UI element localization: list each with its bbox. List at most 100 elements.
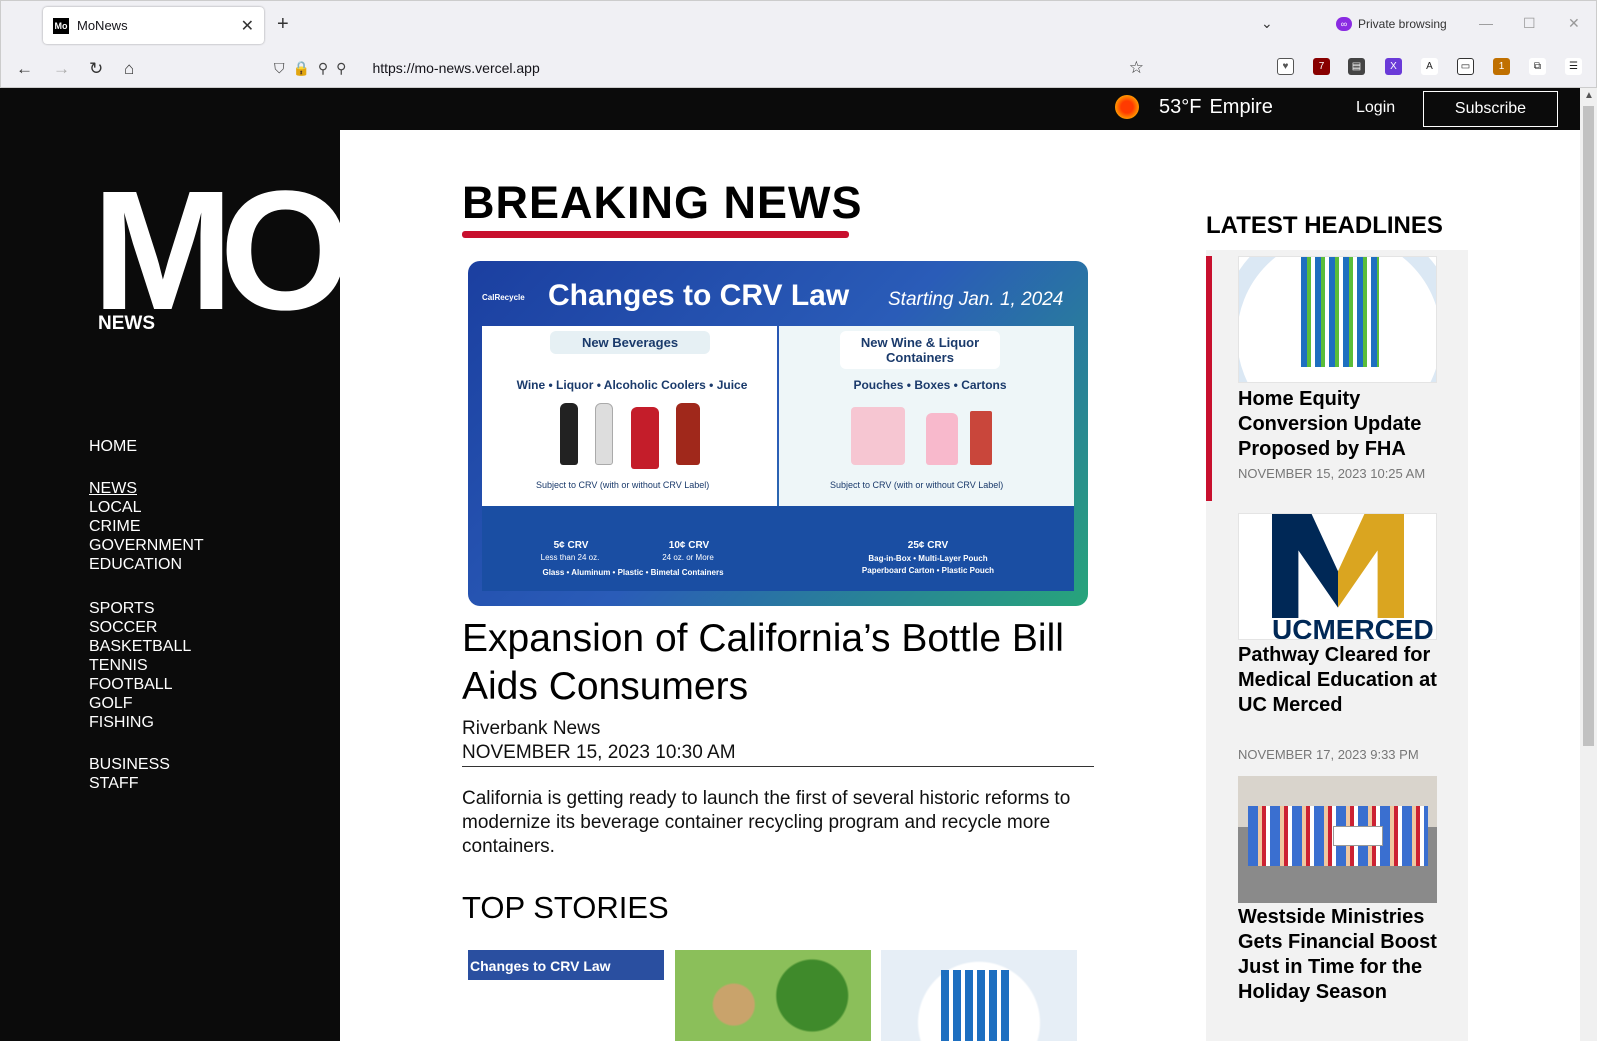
app-menu-icon[interactable]: ☰ <box>1565 58 1582 75</box>
notifier-badge: 1 <box>1498 61 1505 72</box>
subscribe-button[interactable]: Subscribe <box>1423 91 1558 127</box>
weather-location: Empire <box>1209 95 1273 118</box>
hud-logo-icon <box>941 970 1011 1041</box>
image-title: Changes to CRV Law <box>548 279 850 312</box>
juice-bottle-icon <box>631 407 659 469</box>
reader-extension-icon[interactable]: ▤ <box>1348 58 1365 75</box>
login-link[interactable]: Login <box>1356 99 1395 117</box>
breaking-headline[interactable]: Expansion of California’s Bottle Bill Ai… <box>462 615 1082 711</box>
tab-monews[interactable]: Mo MoNews ✕ <box>43 7 264 44</box>
extensions-puzzle-icon[interactable]: ⧉ <box>1529 58 1546 75</box>
nav-group-sports: SPORTS SOCCER BASKETBALL TENNIS FOOTBALL… <box>89 599 191 732</box>
nav-group-home: HOME <box>89 437 137 456</box>
minimize-icon[interactable]: — <box>1479 15 1493 31</box>
crv10-label: 10¢ CRV <box>668 540 710 551</box>
nav-fishing[interactable]: FISHING <box>89 713 191 732</box>
tab-list-chevron-icon[interactable]: ⌄ <box>1261 15 1273 32</box>
thumb-crv-caption: Changes to CRV Law <box>470 958 611 974</box>
maximize-icon[interactable]: ☐ <box>1523 15 1536 32</box>
forward-icon[interactable]: → <box>53 59 70 79</box>
breaking-summary: California is getting ready to launch th… <box>462 788 1071 857</box>
url-text[interactable]: https://mo-news.vercel.app <box>372 60 539 76</box>
latest-item-1-image[interactable] <box>1238 256 1437 383</box>
top-story-thumb-vegetables[interactable] <box>675 950 871 1041</box>
nav-football[interactable]: FOOTBALL <box>89 675 191 694</box>
nav-bar: ← → ↻ ⌂ ⛉🔒⚲⚲ https://mo-news.vercel.app … <box>1 47 1597 89</box>
reload-icon[interactable]: ↻ <box>89 59 103 79</box>
breaking-news-image[interactable]: CalRecycle Changes to CRV Law Starting J… <box>468 261 1088 606</box>
nav-news[interactable]: NEWS <box>89 479 204 498</box>
latest-item-1-date: NOVEMBER 15, 2023 10:25 AM <box>1238 466 1426 481</box>
close-window-icon[interactable]: ✕ <box>1568 15 1580 32</box>
nav-government[interactable]: GOVERNMENT <box>89 536 204 555</box>
page-scrollbar[interactable]: ▲ <box>1580 88 1597 1041</box>
left-note: Subject to CRV (with or without CRV Labe… <box>536 480 710 490</box>
page: MO NEWS HOME NEWS LOCAL CRIME GOVERNMENT… <box>0 88 1580 1041</box>
breaking-underline <box>462 231 849 238</box>
translate-extension-icon[interactable]: A <box>1421 58 1438 75</box>
back-icon[interactable]: ← <box>16 59 33 79</box>
home-icon[interactable]: ⌂ <box>124 59 134 79</box>
scroll-up-arrow-icon[interactable]: ▲ <box>1584 90 1594 101</box>
left-subtitle: Wine • Liquor • Alcoholic Coolers • Juic… <box>516 378 748 392</box>
main-content: BREAKING NEWS CalRecycle Changes to CRV … <box>340 130 1580 1041</box>
wallet-extension-icon[interactable]: ▭ <box>1457 58 1474 75</box>
notifier-extension-icon[interactable]: 1 <box>1493 58 1510 75</box>
scrollbar-thumb[interactable] <box>1583 106 1594 746</box>
url-bar[interactable]: ⛉🔒⚲⚲ https://mo-news.vercel.app ☆ <box>264 52 1154 84</box>
top-story-thumb-hud[interactable] <box>881 950 1077 1041</box>
nav-golf[interactable]: GOLF <box>89 694 191 713</box>
nav-business[interactable]: BUSINESS <box>89 755 170 774</box>
monews-logo[interactable]: MO NEWS <box>92 166 352 346</box>
tab-title: MoNews <box>77 18 128 33</box>
x-extension-icon[interactable]: X <box>1385 58 1402 75</box>
bookmark-star-icon[interactable]: ☆ <box>1129 58 1144 78</box>
ublock-badge: 7 <box>1318 61 1325 72</box>
sun-icon <box>1115 95 1139 119</box>
logo-subtitle: NEWS <box>98 313 155 334</box>
crv25-note2: Paperboard Carton • Plastic Pouch <box>861 566 995 575</box>
wine-bottle-icon <box>560 403 578 465</box>
nav-crime[interactable]: CRIME <box>89 517 204 536</box>
latest-item-2-title[interactable]: Pathway Cleared for Medical Education at… <box>1238 643 1438 718</box>
nav-education[interactable]: EDUCATION <box>89 555 204 574</box>
nav-group-news: NEWS LOCAL CRIME GOVERNMENT EDUCATION <box>89 479 204 574</box>
carton-icon <box>970 411 992 465</box>
latest-item-3-title[interactable]: Westside Ministries Gets Financial Boost… <box>1238 905 1438 1005</box>
nav-home[interactable]: HOME <box>89 437 137 456</box>
latest-item-1-title[interactable]: Home Equity Conversion Update Proposed b… <box>1238 387 1438 462</box>
nav-basketball[interactable]: BASKETBALL <box>89 637 191 656</box>
latest-headlines-heading: LATEST HEADLINES <box>1206 212 1443 239</box>
top-story-thumb-crv[interactable]: Changes to CRV Law <box>468 950 664 1041</box>
left-tab-label: New Beverages <box>550 331 710 354</box>
temperature: 53°F <box>1159 95 1202 118</box>
new-tab-icon[interactable]: + <box>277 13 289 36</box>
crv10-note: 24 oz. or More <box>662 553 714 562</box>
nav-soccer[interactable]: SOCCER <box>89 618 191 637</box>
crv-left-bottom: Glass • Aluminum • Plastic • Bimetal Con… <box>542 568 724 577</box>
pouch-icon <box>926 413 958 465</box>
nav-sports[interactable]: SPORTS <box>89 599 191 618</box>
close-tab-icon[interactable]: ✕ <box>241 16 254 36</box>
nav-staff[interactable]: STAFF <box>89 774 170 793</box>
private-browsing-label: Private browsing <box>1358 17 1447 31</box>
right-subtitle: Pouches • Boxes • Cartons <box>853 378 1007 392</box>
crv5-label: 5¢ CRV <box>553 540 589 551</box>
tracking-shield-lock-icon[interactable]: ⛉🔒⚲⚲ <box>274 60 354 77</box>
ucm-m-logo-icon <box>1272 514 1404 618</box>
top-stories-heading: TOP STORIES <box>462 890 669 925</box>
ublock-icon[interactable]: 7 <box>1313 58 1330 75</box>
logo-mark: MO <box>92 156 352 346</box>
latest-item-2-image[interactable]: UCMERCED <box>1238 513 1437 640</box>
image-starting-date: Starting Jan. 1, 2024 <box>888 289 1064 310</box>
nav-group-business: BUSINESS STAFF <box>89 755 170 793</box>
nav-local[interactable]: LOCAL <box>89 498 204 517</box>
latest-item-3-image[interactable] <box>1238 776 1437 903</box>
crv25-note1: Bag-in-Box • Multi-Layer Pouch <box>868 554 988 563</box>
crv5-note: Less than 24 oz. <box>540 553 600 562</box>
nav-tennis[interactable]: TENNIS <box>89 656 191 675</box>
private-browsing-indicator: ∞ Private browsing <box>1336 17 1447 31</box>
latest-active-indicator <box>1206 256 1212 501</box>
latest-item-2-date: NOVEMBER 17, 2023 9:33 PM <box>1238 747 1419 762</box>
pocket-icon[interactable]: ♥ <box>1277 58 1294 75</box>
